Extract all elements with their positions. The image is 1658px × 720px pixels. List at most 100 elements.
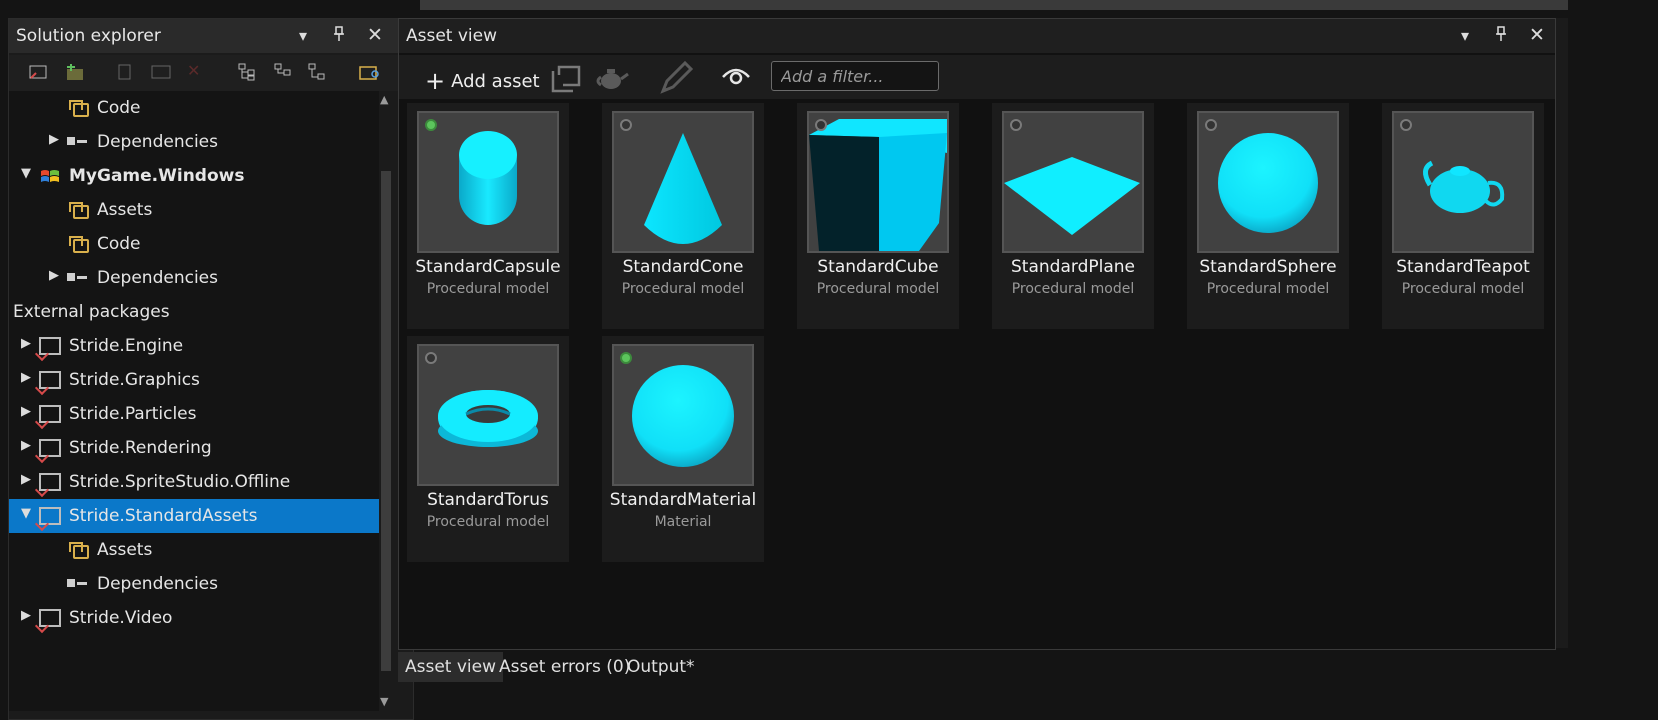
asset-card[interactable]: StandardTeapot Procedural model bbox=[1382, 103, 1544, 329]
collapsed-arrow-icon[interactable]: ▶ bbox=[21, 370, 31, 385]
folder-icon bbox=[69, 100, 89, 117]
status-indicator-icon[interactable] bbox=[1205, 119, 1217, 131]
scroll-up-icon[interactable]: ▲ bbox=[380, 93, 388, 106]
hierarchy-icon[interactable] bbox=[237, 63, 257, 81]
asset-type: Procedural model bbox=[1011, 281, 1135, 297]
asset-thumbnail bbox=[1197, 111, 1339, 253]
tree-item-label: Code bbox=[97, 234, 141, 254]
asset-name: StandardCube bbox=[817, 257, 939, 277]
asset-thumbnail bbox=[612, 344, 754, 486]
asset-type: Procedural model bbox=[816, 281, 940, 297]
asset-card[interactable]: StandardTorus Procedural model bbox=[407, 336, 569, 562]
tree-item[interactable]: ▼ MyGame.Windows bbox=[9, 159, 393, 193]
asset-thumbnail bbox=[1392, 111, 1534, 253]
asset-card[interactable]: StandardCapsule Procedural model bbox=[407, 103, 569, 329]
tree-item[interactable]: ▼ Stride.StandardAssets bbox=[9, 499, 393, 533]
collapsed-arrow-icon[interactable]: ▶ bbox=[49, 268, 59, 283]
collapsed-arrow-icon[interactable]: ▶ bbox=[21, 608, 31, 623]
asset-type: Procedural model bbox=[621, 281, 745, 297]
status-indicator-icon[interactable] bbox=[1010, 119, 1022, 131]
tree-item[interactable]: Code bbox=[9, 227, 393, 261]
status-indicator-icon[interactable] bbox=[425, 352, 437, 364]
collapsed-arrow-icon[interactable]: ▶ bbox=[21, 438, 31, 453]
delete-icon[interactable]: ✕ bbox=[187, 61, 207, 80]
pin-icon[interactable] bbox=[1495, 26, 1507, 46]
pin-icon[interactable] bbox=[333, 26, 345, 46]
tree-item[interactable]: Assets bbox=[9, 193, 393, 227]
package-project-icon bbox=[39, 371, 61, 389]
tree-item[interactable]: ▶ Dependencies bbox=[9, 125, 393, 159]
asset-card[interactable]: StandardCone Procedural model bbox=[602, 103, 764, 329]
collapsed-arrow-icon[interactable]: ▶ bbox=[49, 132, 59, 147]
tree-item[interactable]: ▶ Stride.Graphics bbox=[9, 363, 393, 397]
copy-icon[interactable] bbox=[115, 63, 135, 81]
asset-name: StandardMaterial bbox=[609, 490, 757, 510]
close-icon[interactable]: ✕ bbox=[367, 24, 383, 46]
scroll-down-icon[interactable]: ▼ bbox=[380, 695, 388, 708]
locate-folder-icon[interactable] bbox=[359, 63, 379, 81]
asset-name: StandardTeapot bbox=[1396, 257, 1530, 277]
tree-item[interactable]: ▶ Stride.Rendering bbox=[9, 431, 393, 465]
asset-name: StandardTorus bbox=[427, 490, 549, 510]
console-icon[interactable] bbox=[151, 63, 171, 81]
expanded-arrow-icon[interactable]: ▼ bbox=[21, 506, 31, 521]
package-project-icon bbox=[39, 405, 61, 423]
status-indicator-icon[interactable] bbox=[620, 352, 632, 364]
bottom-tab[interactable]: Asset errors (0) bbox=[492, 652, 637, 682]
plus-icon: + bbox=[425, 67, 446, 95]
visibility-eye-icon[interactable] bbox=[721, 65, 751, 91]
asset-name: StandardSphere bbox=[1199, 257, 1337, 277]
tree-item[interactable]: ▶ Stride.Engine bbox=[9, 329, 393, 363]
collapsed-arrow-icon[interactable]: ▶ bbox=[21, 404, 31, 419]
tree-item[interactable]: ▶ Stride.SpriteStudio.Offline bbox=[9, 465, 393, 499]
dropdown-icon[interactable]: ▾ bbox=[1461, 26, 1469, 45]
scrollbar-thumb[interactable] bbox=[381, 171, 391, 671]
tree-item[interactable]: Assets bbox=[9, 533, 393, 567]
collapse-all-icon[interactable] bbox=[307, 63, 327, 81]
solution-explorer-titlebar: Solution explorer ▾ ✕ bbox=[9, 19, 413, 53]
package-project-icon bbox=[39, 337, 61, 355]
bottom-tab[interactable]: Asset view bbox=[398, 652, 504, 682]
add-folder-icon[interactable] bbox=[65, 63, 85, 81]
vertical-scrollbar[interactable]: ▲ ▼ bbox=[379, 91, 393, 711]
asset-type: Procedural model bbox=[1401, 281, 1525, 297]
asset-card[interactable]: StandardPlane Procedural model bbox=[992, 103, 1154, 329]
tree-item-label: MyGame.Windows bbox=[69, 166, 245, 186]
expand-all-icon[interactable] bbox=[273, 63, 293, 81]
tree-item[interactable]: ▶ Stride.Video bbox=[9, 601, 393, 635]
asset-name: StandardCone bbox=[622, 257, 744, 277]
expanded-arrow-icon[interactable]: ▼ bbox=[21, 166, 31, 181]
folder-icon bbox=[69, 202, 89, 219]
close-icon[interactable]: ✕ bbox=[1529, 24, 1545, 46]
asset-card[interactable]: StandardSphere Procedural model bbox=[1187, 103, 1349, 329]
status-indicator-icon[interactable] bbox=[815, 119, 827, 131]
collapsed-arrow-icon[interactable]: ▶ bbox=[21, 472, 31, 487]
add-project-icon[interactable] bbox=[29, 63, 49, 81]
collapsed-arrow-icon[interactable]: ▶ bbox=[21, 336, 31, 351]
tree-item[interactable]: ▼External packages bbox=[9, 295, 393, 329]
right-scrollbar[interactable] bbox=[1556, 18, 1568, 648]
teapot-icon[interactable] bbox=[595, 63, 631, 97]
tree-item[interactable]: ▶ Stride.Particles bbox=[9, 397, 393, 431]
asset-card[interactable]: StandardMaterial Material bbox=[602, 336, 764, 562]
status-indicator-icon[interactable] bbox=[620, 119, 632, 131]
asset-thumbnail bbox=[807, 111, 949, 253]
status-indicator-icon[interactable] bbox=[1400, 119, 1412, 131]
tree-item-label: Assets bbox=[97, 200, 153, 220]
dropdown-icon[interactable]: ▾ bbox=[299, 26, 307, 45]
tree-item-label: Stride.SpriteStudio.Offline bbox=[69, 472, 291, 492]
dependencies-icon bbox=[67, 273, 87, 283]
filter-input[interactable] bbox=[771, 61, 939, 91]
tree-item[interactable]: Dependencies bbox=[9, 567, 393, 601]
folder-icon bbox=[69, 542, 89, 559]
import-icon[interactable] bbox=[549, 63, 583, 97]
asset-card[interactable]: StandardCube Procedural model bbox=[797, 103, 959, 329]
folder-icon bbox=[69, 236, 89, 253]
status-indicator-icon[interactable] bbox=[425, 119, 437, 131]
edit-pencil-icon[interactable] bbox=[657, 60, 694, 99]
add-asset-button[interactable]: + Add asset bbox=[425, 65, 540, 95]
bottom-tab[interactable]: Output* bbox=[620, 652, 702, 682]
asset-view-titlebar: Asset view ▾ ✕ bbox=[399, 19, 1555, 53]
tree-item[interactable]: Code bbox=[9, 91, 393, 125]
tree-item[interactable]: ▶ Dependencies bbox=[9, 261, 393, 295]
